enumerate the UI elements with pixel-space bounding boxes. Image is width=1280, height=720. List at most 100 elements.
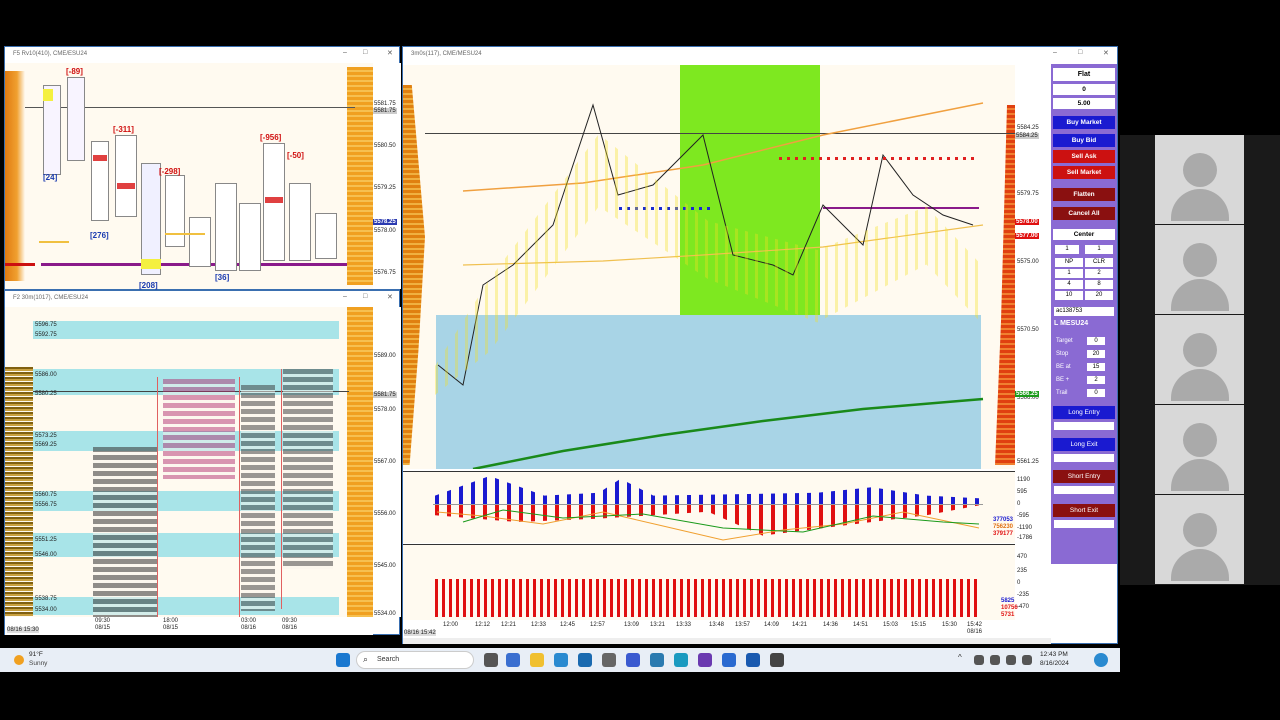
task-view-icon[interactable] — [484, 653, 498, 667]
level-label: 5580.25 — [35, 391, 57, 397]
account-select[interactable]: ac138753 — [1054, 307, 1114, 316]
footprint-column — [165, 175, 185, 247]
time-tick: 13:21 — [650, 622, 666, 628]
flatten-button[interactable]: Flatten — [1053, 188, 1115, 201]
participant-avatar[interactable] — [1155, 495, 1244, 584]
target-field[interactable]: 0 — [1087, 337, 1105, 345]
settings-icon[interactable] — [602, 653, 616, 667]
price-chart-pane[interactable] — [403, 65, 1015, 469]
footprint-column — [289, 183, 311, 261]
search-box[interactable]: ⌕ Search — [356, 651, 474, 669]
time-tick: 12:33 — [531, 622, 547, 628]
app-icon[interactable] — [626, 653, 640, 667]
edge-browser-icon[interactable] — [674, 653, 688, 667]
app-icon[interactable] — [554, 653, 568, 667]
long-entry-field[interactable] — [1054, 422, 1114, 430]
weather-widget[interactable]: 91°F Sunny — [12, 651, 82, 669]
clock-time[interactable]: 12:43 PM — [1040, 651, 1068, 658]
footprint-plot[interactable]: [-89] [-311] [-298] [-956] [-50] [24] [2… — [5, 63, 373, 290]
time-tick: 13:09 — [624, 622, 640, 628]
price-tick: 5578.00 — [374, 228, 396, 234]
delta-label: [36] — [215, 273, 230, 282]
maximize-icon[interactable]: □ — [1078, 49, 1082, 56]
order-size-field[interactable]: 5.00 — [1053, 98, 1115, 109]
time-tick: 15:03 — [883, 622, 899, 628]
qty-grid-cell[interactable]: 1 — [1055, 269, 1083, 278]
stop-field[interactable]: 20 — [1087, 350, 1105, 358]
speaker-icon[interactable] — [1022, 655, 1032, 665]
participant-avatar[interactable] — [1155, 315, 1244, 404]
close-icon[interactable]: ✕ — [387, 49, 393, 57]
qty-grid-cell[interactable]: 20 — [1085, 291, 1113, 300]
mail-icon[interactable] — [578, 653, 592, 667]
short-entry-button[interactable]: Short Entry — [1053, 470, 1115, 483]
cancel-all-button[interactable]: Cancel All — [1053, 207, 1115, 220]
buy-bid-button[interactable]: Buy Bid — [1053, 134, 1115, 147]
volume-pane[interactable] — [403, 544, 1015, 620]
qty-grid-cell[interactable]: 8 — [1085, 280, 1113, 289]
participant-avatar[interactable] — [1155, 135, 1244, 224]
be-plus-field[interactable]: 2 — [1087, 376, 1105, 384]
long-exit-button[interactable]: Long Exit — [1053, 438, 1115, 451]
be-at-field[interactable]: 15 — [1087, 363, 1105, 371]
window-titlebar[interactable]: F5 Rv10(410), CME/ESU24 — [5, 47, 399, 61]
network-icon[interactable] — [974, 655, 984, 665]
red-cell — [93, 155, 107, 161]
sell-ask-button[interactable]: Sell Ask — [1053, 150, 1115, 163]
long-exit-field[interactable] — [1054, 454, 1114, 462]
volume-tick: -235 — [1017, 592, 1030, 598]
minimize-icon[interactable]: – — [343, 49, 347, 56]
app-icon[interactable] — [770, 653, 784, 667]
price-axis: 5589.00 5578.00 5567.00 5556.00 5545.00 … — [373, 307, 401, 617]
volume-icon[interactable] — [990, 655, 1000, 665]
trail-field[interactable]: 0 — [1087, 389, 1105, 397]
app-icon[interactable] — [746, 653, 760, 667]
tray-chevron-icon[interactable]: ^ — [958, 653, 962, 662]
file-explorer-icon[interactable] — [530, 653, 544, 667]
horizontal-scrollbar[interactable] — [403, 638, 1051, 644]
buy-market-button[interactable]: Buy Market — [1053, 116, 1115, 129]
maximize-icon[interactable]: □ — [363, 49, 367, 56]
sell-market-button[interactable]: Sell Market — [1053, 166, 1115, 179]
window-titlebar[interactable]: F2 30m(1017), CME/ESU24 — [5, 291, 399, 305]
qty-right-field[interactable]: 1 — [1085, 245, 1113, 254]
participant-avatar[interactable] — [1155, 225, 1244, 314]
top-left-chart-window: F5 Rv10(410), CME/ESU24 – □ ✕ [-89] [-31… — [4, 46, 401, 290]
windows-start-icon[interactable] — [336, 653, 350, 667]
qty-grid-cell[interactable]: 4 — [1055, 280, 1083, 289]
long-entry-button[interactable]: Long Entry — [1053, 406, 1115, 419]
tpo-profile-plot[interactable]: 5596.75 5592.75 5586.00 5580.25 5573.25 … — [5, 307, 373, 617]
minimize-icon[interactable]: – — [343, 293, 347, 300]
delta-indicator-pane[interactable] — [403, 471, 1015, 543]
short-entry-field[interactable] — [1054, 486, 1114, 494]
close-icon[interactable]: ✕ — [1103, 49, 1109, 57]
short-exit-button[interactable]: Short Exit — [1053, 504, 1115, 517]
window-titlebar[interactable]: 3m0s(117), CME/MESU24 — [403, 47, 1117, 61]
qty-left-field[interactable]: 1 — [1055, 245, 1079, 254]
qty-grid-cell[interactable]: 2 — [1085, 269, 1113, 278]
volume-tick: -470 — [1017, 604, 1030, 610]
notification-icon[interactable] — [1094, 653, 1108, 667]
indicator-tick: -1190 — [1017, 525, 1032, 531]
qty-grid-cell[interactable]: CLR — [1085, 258, 1113, 267]
footprint-column — [115, 135, 137, 217]
app-icon[interactable] — [506, 653, 520, 667]
clock-date[interactable]: 8/16/2024 — [1040, 660, 1069, 667]
footprint-column — [189, 217, 211, 267]
time-axis: 08/16 15:42 12:00 12:12 12:21 12:33 12:4… — [403, 620, 1051, 638]
app-icon[interactable] — [650, 653, 664, 667]
maximize-icon[interactable]: □ — [363, 293, 367, 300]
app-icon[interactable] — [722, 653, 736, 667]
short-exit-field[interactable] — [1054, 520, 1114, 528]
center-button[interactable]: Center — [1053, 229, 1115, 240]
minimize-icon[interactable]: – — [1053, 49, 1057, 56]
indicator-value: 756230 — [993, 524, 1014, 530]
participant-avatar[interactable] — [1155, 405, 1244, 494]
battery-icon[interactable] — [1006, 655, 1016, 665]
qty-grid-cell[interactable]: NP — [1055, 258, 1083, 267]
time-tick: 14:21 — [792, 622, 808, 628]
app-icon[interactable] — [698, 653, 712, 667]
corner-time-label: 08/16 15:42 — [404, 630, 436, 636]
qty-grid-cell[interactable]: 10 — [1055, 291, 1083, 300]
close-icon[interactable]: ✕ — [387, 293, 393, 301]
